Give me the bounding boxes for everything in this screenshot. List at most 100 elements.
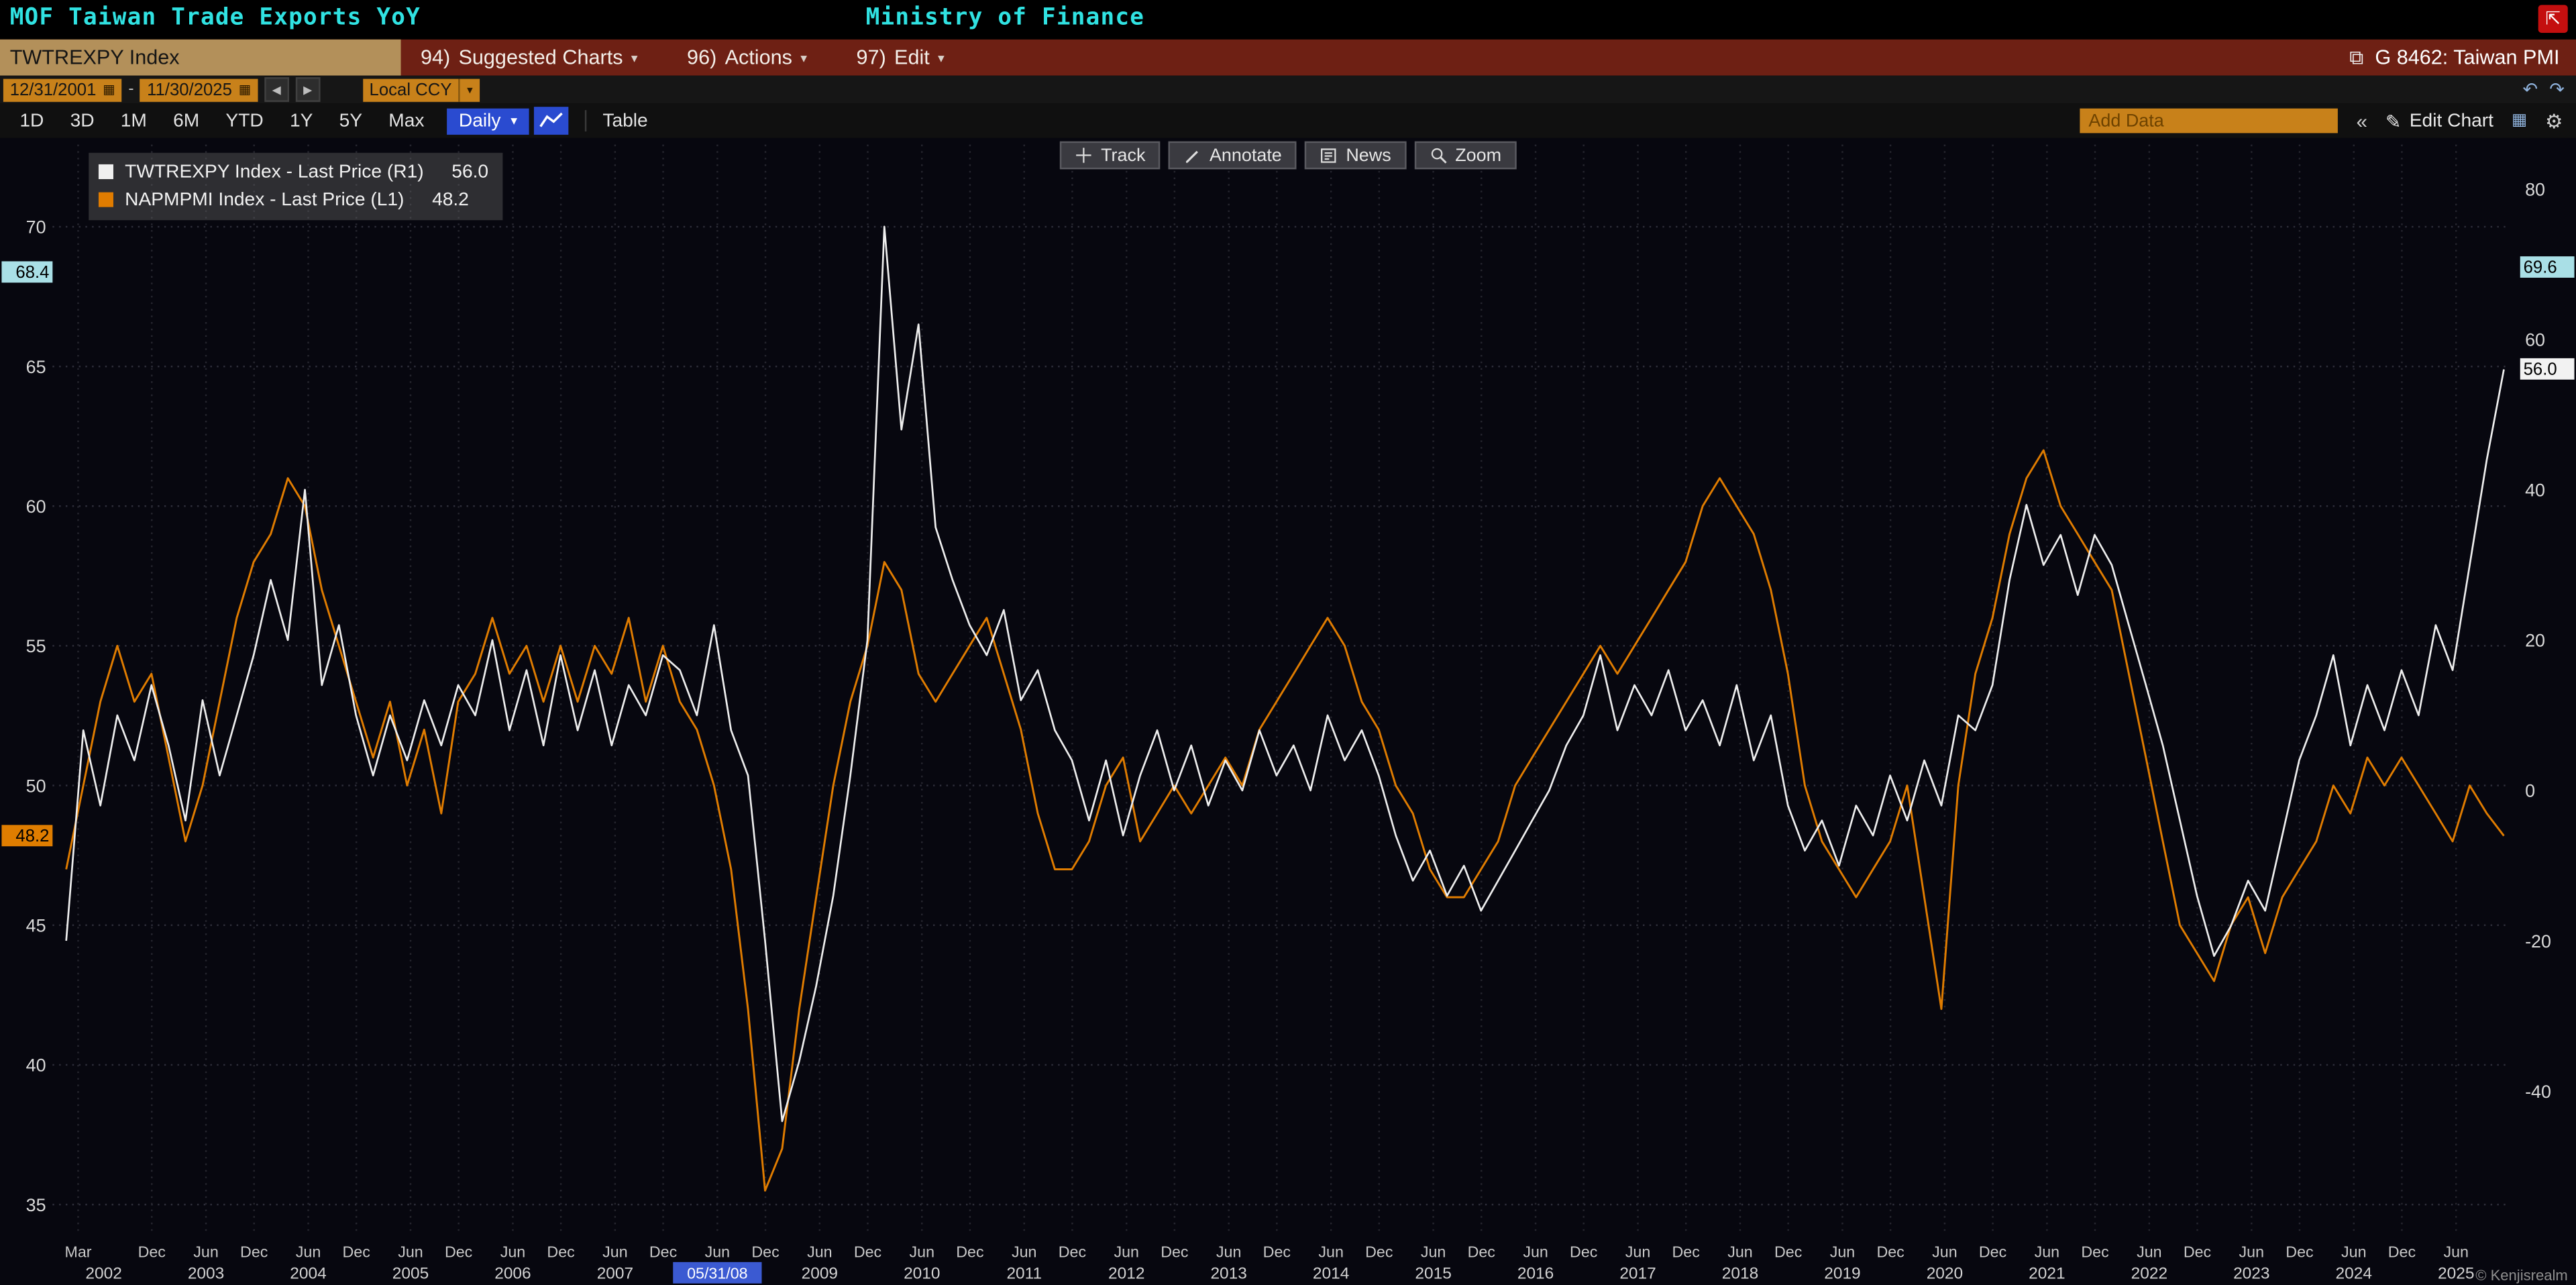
news-button[interactable]: News (1305, 142, 1406, 170)
svg-text:2003: 2003 (188, 1264, 224, 1282)
svg-text:2016: 2016 (1517, 1264, 1554, 1282)
range-tab-1m[interactable]: 1M (107, 107, 160, 134)
svg-text:2011: 2011 (1006, 1264, 1042, 1282)
svg-text:-20: -20 (2525, 931, 2551, 952)
page-title: MOF Taiwan Trade Exports YoY (10, 5, 421, 31)
range-tab-1y[interactable]: 1Y (276, 107, 326, 134)
open-window-icon[interactable]: ⧉ (2349, 45, 2363, 70)
annotate-button[interactable]: Annotate (1169, 142, 1297, 170)
end-date-field[interactable]: 11/30/2025 ▦ (140, 78, 258, 101)
series-swatch-orange (99, 193, 113, 207)
svg-text:Dec: Dec (1979, 1243, 2007, 1260)
table-tab[interactable]: Table (602, 111, 647, 130)
frequency-select[interactable]: Daily ▾ (447, 107, 529, 134)
pencil-icon: ✎ (2385, 109, 2402, 132)
price-chart[interactable]: 7065605550454035806040200-20-40MarDecJun… (0, 138, 2576, 1285)
svg-text:2014: 2014 (1313, 1264, 1349, 1282)
range-tab-1d[interactable]: 1D (7, 107, 57, 134)
date-range-separator: - (128, 81, 133, 99)
annotate-icon (1183, 146, 1201, 164)
svg-text:2025: 2025 (2438, 1264, 2474, 1282)
svg-text:20: 20 (2525, 631, 2545, 651)
svg-text:Dec: Dec (1059, 1243, 1087, 1260)
legend-row-napmpmi[interactable]: NAPMPMI Index - Last Price (L1) 48.2 (99, 186, 488, 214)
divider (584, 110, 586, 132)
svg-text:Dec: Dec (854, 1243, 882, 1260)
shift-forward-button[interactable]: ▶ (295, 77, 320, 102)
legend-row-twtrexpy[interactable]: TWTREXPY Index - Last Price (R1) 56.0 (99, 158, 488, 186)
start-date-field[interactable]: 12/31/2001 ▦ (3, 78, 122, 101)
edit-chart-button[interactable]: ✎ Edit Chart (2385, 109, 2493, 132)
zoom-button[interactable]: Zoom (1414, 142, 1516, 170)
gear-icon[interactable]: ⚙ (2545, 109, 2563, 132)
source-title: Ministry of Finance (866, 5, 1144, 31)
legend-label: TWTREXPY Index - Last Price (R1) (125, 162, 424, 181)
svg-text:2006: 2006 (494, 1264, 531, 1282)
svg-text:Dec: Dec (649, 1243, 678, 1260)
frequency-value: Daily (459, 111, 501, 130)
right-axis-badge-56.0: 56.0 (2520, 358, 2575, 380)
svg-text:2019: 2019 (1824, 1264, 1860, 1282)
svg-text:Jun: Jun (602, 1243, 628, 1260)
svg-text:Jun: Jun (1625, 1243, 1651, 1260)
svg-text:Mar: Mar (64, 1243, 91, 1260)
track-icon (1075, 146, 1093, 164)
currency-select[interactable]: Local CCY (363, 78, 459, 101)
svg-text:2004: 2004 (290, 1264, 326, 1282)
security-ticker[interactable]: TWTREXPY Index (0, 40, 401, 76)
svg-text:Jun: Jun (705, 1243, 731, 1260)
menu-label: Edit (894, 46, 930, 69)
svg-text:Dec: Dec (956, 1243, 984, 1260)
chart-type-button[interactable] (534, 107, 568, 135)
shift-back-button[interactable]: ◀ (264, 77, 289, 102)
chart-toolbar: 1D3D1M6MYTD1Y5YMax Daily ▾ Table Add Dat… (0, 103, 2576, 138)
svg-text:2002: 2002 (85, 1264, 121, 1282)
title-bar: MOF Taiwan Trade Exports YoY Ministry of… (0, 0, 2576, 40)
svg-text:2024: 2024 (2336, 1264, 2372, 1282)
svg-text:Jun: Jun (2443, 1243, 2469, 1260)
tool-label: Track (1101, 146, 1145, 165)
range-tab-ytd[interactable]: YTD (213, 107, 277, 134)
svg-text:Dec: Dec (1161, 1243, 1189, 1260)
start-date-value: 12/31/2001 (10, 80, 97, 99)
chart-settings-icon[interactable]: ▦ (2512, 112, 2527, 130)
currency-value: Local CCY (370, 80, 452, 99)
axis-labels: 7065605550454035806040200-20-40 (26, 179, 2551, 1215)
svg-text:2020: 2020 (1927, 1264, 1963, 1282)
redo-icon[interactable]: ↷ (2549, 79, 2565, 101)
svg-text:Jun: Jun (193, 1243, 219, 1260)
svg-text:-40: -40 (2525, 1082, 2551, 1102)
svg-text:2009: 2009 (802, 1264, 838, 1282)
menu-edit[interactable]: 97)Edit▾ (857, 46, 945, 69)
svg-text:Jun: Jun (296, 1243, 321, 1260)
svg-text:Jun: Jun (1830, 1243, 1856, 1260)
svg-text:Dec: Dec (445, 1243, 473, 1260)
watermark: © Kenjisrealm (2475, 1267, 2568, 1283)
legend-label: NAPMPMI Index - Last Price (L1) (125, 190, 404, 209)
svg-text:Dec: Dec (138, 1243, 166, 1260)
svg-text:Dec: Dec (2081, 1243, 2109, 1260)
svg-text:Dec: Dec (343, 1243, 371, 1260)
left-axis-badge-48.2: 48.2 (1, 825, 52, 846)
range-tab-max[interactable]: Max (376, 107, 437, 134)
collapse-button[interactable]: « (2357, 109, 2367, 132)
svg-text:Dec: Dec (1263, 1243, 1291, 1260)
left-axis-badge-68.4: 68.4 (1, 261, 52, 282)
end-date-value: 11/30/2025 (147, 80, 232, 99)
screen-grab-icon[interactable]: ⇱ (2538, 5, 2568, 33)
toolbar-right: Add Data « ✎ Edit Chart ▦ ⚙ (2080, 109, 2576, 134)
track-button[interactable]: Track (1060, 142, 1161, 170)
menu-label: Actions (725, 46, 792, 69)
add-data-input[interactable]: Add Data (2080, 109, 2338, 134)
range-tab-3d[interactable]: 3D (57, 107, 107, 134)
undo-icon[interactable]: ↶ (2523, 79, 2538, 101)
range-tab-5y[interactable]: 5Y (326, 107, 376, 134)
svg-text:2013: 2013 (1210, 1264, 1246, 1282)
svg-text:2005: 2005 (392, 1264, 429, 1282)
ribbon-right: ⧉ G 8462: Taiwan PMI (2349, 45, 2576, 70)
range-tab-6m[interactable]: 6M (160, 107, 213, 134)
svg-text:Dec: Dec (1570, 1243, 1598, 1260)
menu-actions[interactable]: 96)Actions▾ (687, 46, 807, 69)
menu-suggested-charts[interactable]: 94)Suggested Charts▾ (421, 46, 638, 69)
currency-dropdown-button[interactable]: ▾ (458, 78, 480, 101)
